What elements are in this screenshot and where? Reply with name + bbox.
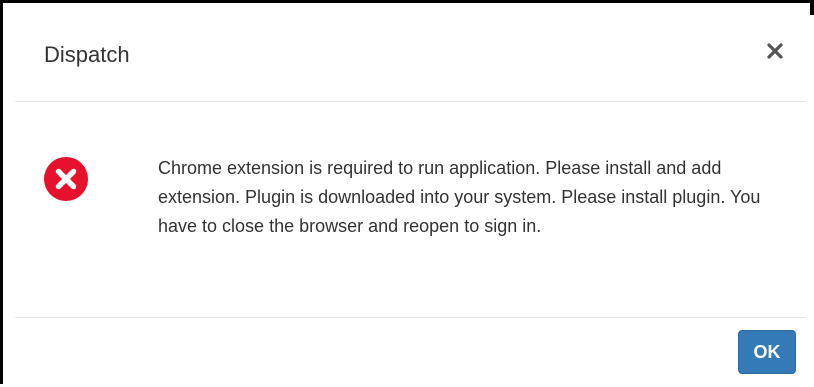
dispatch-dialog: Dispatch Chrome extension is required to…	[15, 15, 814, 387]
dialog-message: Chrome extension is required to run appl…	[158, 158, 761, 236]
window-frame: Dispatch Chrome extension is required to…	[0, 0, 814, 387]
close-icon	[767, 43, 783, 59]
error-circle-icon	[44, 157, 88, 201]
dialog-footer: OK	[15, 318, 805, 387]
close-button[interactable]	[763, 39, 787, 63]
ok-button[interactable]: OK	[738, 330, 796, 374]
dialog-header: Dispatch	[15, 15, 805, 102]
dialog-title: Dispatch	[44, 42, 130, 67]
dialog-body: Chrome extension is required to run appl…	[15, 102, 805, 318]
